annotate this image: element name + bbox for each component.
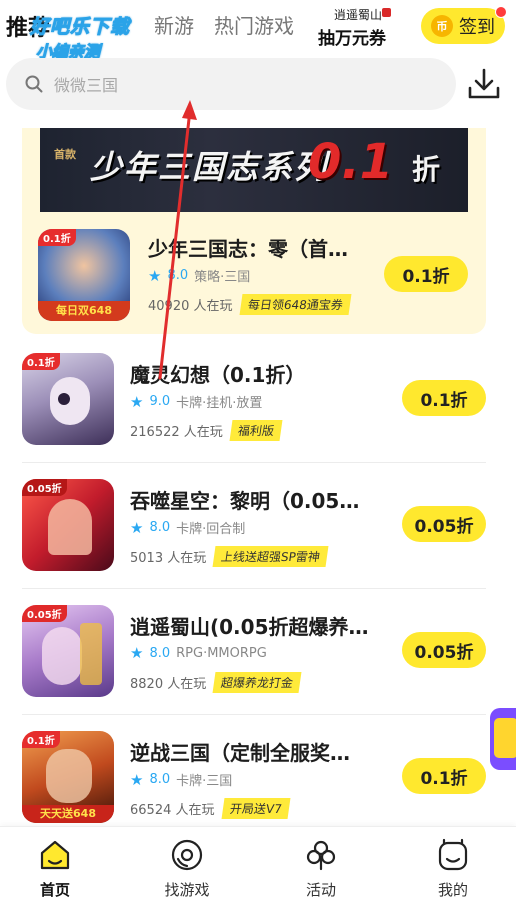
discount-button[interactable]: 0.1折 xyxy=(402,758,486,794)
nav-label: 我的 xyxy=(437,881,468,899)
players-count: 8820 人在玩 xyxy=(130,677,207,692)
discount-button[interactable]: 0.05折 xyxy=(402,632,486,668)
discount-button[interactable]: 0.1折 xyxy=(402,380,486,416)
game-players-row: 216522 人在玩 福利版 xyxy=(130,420,283,441)
banner-small-label: 首款 xyxy=(54,148,76,161)
signin-button[interactable]: 币 签到 xyxy=(421,6,507,44)
watermark-overlay: 好吧乐下载 小编亲测 xyxy=(14,10,144,62)
game-players-row: 8820 人在玩 超爆养龙打金 xyxy=(130,672,302,693)
players-count: 40920 人在玩 xyxy=(148,299,233,314)
star-icon: ★ xyxy=(130,392,144,411)
game-icon-featured[interactable]: 0.1折 每日双648 xyxy=(38,229,130,321)
game-title[interactable]: 逍遥蜀山(0.05折超爆养… xyxy=(130,611,386,640)
game-meta: ★ 8.0 卡牌·三国 xyxy=(130,770,233,790)
nav-label: 活动 xyxy=(305,881,336,899)
game-rating: 8.0 xyxy=(149,645,171,661)
game-disc-icon xyxy=(171,839,203,871)
row-divider xyxy=(22,462,486,463)
game-players-row: 66524 人在玩 开局送V7 xyxy=(130,798,290,819)
signin-label: 签到 xyxy=(459,17,495,38)
game-players-row: 5013 人在玩 上线送超强SP雷神 xyxy=(130,546,329,567)
game-players-row: 40920 人在玩 每日领648通宝券 xyxy=(148,294,351,315)
activity-icon xyxy=(306,840,336,871)
top-header: 推荐 新游 热门游戏 好吧乐下载 小编亲测 逍遥蜀山 抽万元券 币 签到 xyxy=(0,0,516,62)
game-rating: 8.0 xyxy=(167,268,189,283)
seal-icon xyxy=(382,8,391,17)
players-count: 66524 人在玩 xyxy=(130,803,215,818)
star-icon: ★ xyxy=(130,644,144,662)
game-meta: ★ 8.0 RPG·MMORPG xyxy=(130,644,267,662)
game-genre: 卡牌·挂机·放置 xyxy=(176,396,263,411)
game-title[interactable]: 逆战三国（定制全服奖… xyxy=(130,737,386,766)
game-meta: ★ 8.0 卡牌·回合制 xyxy=(130,518,246,538)
game-rating: 8.0 xyxy=(149,520,171,535)
game-tag: 每日领648通宝券 xyxy=(239,294,351,315)
promo-banner[interactable]: 逍遥蜀山 抽万元券 xyxy=(316,6,402,49)
floating-side-widget[interactable] xyxy=(490,708,516,770)
game-title[interactable]: 少年三国志：零（首… xyxy=(148,233,374,262)
game-icon[interactable]: 0.05折 xyxy=(22,605,114,697)
game-icon[interactable]: 0.1折 xyxy=(22,353,114,445)
discount-badge: 0.1折 xyxy=(22,731,60,748)
discount-badge: 0.1折 xyxy=(38,229,76,246)
banner-title: 少年三国志系列 xyxy=(90,148,329,186)
game-meta: ★ 8.0 策略·三国 xyxy=(148,266,251,286)
star-icon: ★ xyxy=(148,266,162,285)
players-count: 5013 人在玩 xyxy=(130,551,207,566)
game-tag: 福利版 xyxy=(229,420,283,441)
game-genre: RPG·MMORPG xyxy=(176,645,267,661)
tab-hot-games[interactable]: 热门游戏 xyxy=(214,10,294,39)
promo-line1: 逍遥蜀山 xyxy=(334,8,383,22)
game-tag: 超爆养龙打金 xyxy=(212,672,302,693)
players-count: 216522 人在玩 xyxy=(130,425,223,440)
coin-icon: 币 xyxy=(431,15,453,37)
nav-home[interactable]: 首页 xyxy=(10,837,100,900)
banner-unit: 折 xyxy=(412,153,441,186)
featured-banner[interactable]: 首款 少年三国志系列 0.1 折 xyxy=(40,128,468,212)
game-genre: 卡牌·三国 xyxy=(176,774,233,789)
search-placeholder: 微微三国 xyxy=(54,76,119,95)
game-meta: ★ 9.0 卡牌·挂机·放置 xyxy=(130,392,263,412)
nav-profile[interactable]: 我的 xyxy=(408,837,498,900)
nav-activity[interactable]: 活动 xyxy=(276,837,366,900)
game-title[interactable]: 吞噬星空：黎明（0.05… xyxy=(130,485,386,514)
row-divider xyxy=(22,588,486,589)
nav-find-games[interactable]: 找游戏 xyxy=(142,837,232,900)
profile-icon xyxy=(438,838,468,871)
discount-badge: 0.05折 xyxy=(22,605,67,622)
row-divider xyxy=(22,714,486,715)
game-icon[interactable]: 0.1折 天天送648 xyxy=(22,731,114,823)
search-icon xyxy=(25,75,43,93)
watermark-line1: 好吧乐下载 xyxy=(29,16,131,39)
tab-new-games[interactable]: 新游 xyxy=(154,10,194,39)
discount-badge: 0.1折 xyxy=(22,353,60,370)
bottom-navigation: 首页 找游戏 活动 我的 xyxy=(0,826,516,902)
game-title[interactable]: 魔灵幻想（0.1折） xyxy=(130,359,386,388)
game-icon[interactable]: 0.05折 xyxy=(22,479,114,571)
banner-value: 0.1 xyxy=(308,134,394,190)
icon-caption: 天天送648 xyxy=(22,805,114,823)
discount-button[interactable]: 0.1折 xyxy=(384,256,468,292)
star-icon: ★ xyxy=(130,518,144,537)
game-genre: 策略·三国 xyxy=(194,270,251,285)
game-genre: 卡牌·回合制 xyxy=(176,522,246,537)
game-tag: 上线送超强SP雷神 xyxy=(212,546,329,567)
notification-dot xyxy=(495,6,507,18)
nav-label: 找游戏 xyxy=(164,881,210,899)
nav-label: 首页 xyxy=(39,881,70,899)
game-tag: 开局送V7 xyxy=(221,798,290,819)
search-bar[interactable]: 微微三国 xyxy=(6,58,456,110)
discount-button[interactable]: 0.05折 xyxy=(402,506,486,542)
gift-icon xyxy=(494,718,516,758)
discount-badge: 0.05折 xyxy=(22,479,67,496)
game-rating: 9.0 xyxy=(149,394,171,409)
home-icon xyxy=(40,840,70,870)
icon-caption: 每日双648 xyxy=(38,301,130,321)
star-icon: ★ xyxy=(130,770,144,789)
promo-line2: 抽万元券 xyxy=(318,29,386,49)
download-icon[interactable] xyxy=(464,64,504,104)
game-rating: 8.0 xyxy=(149,772,171,787)
